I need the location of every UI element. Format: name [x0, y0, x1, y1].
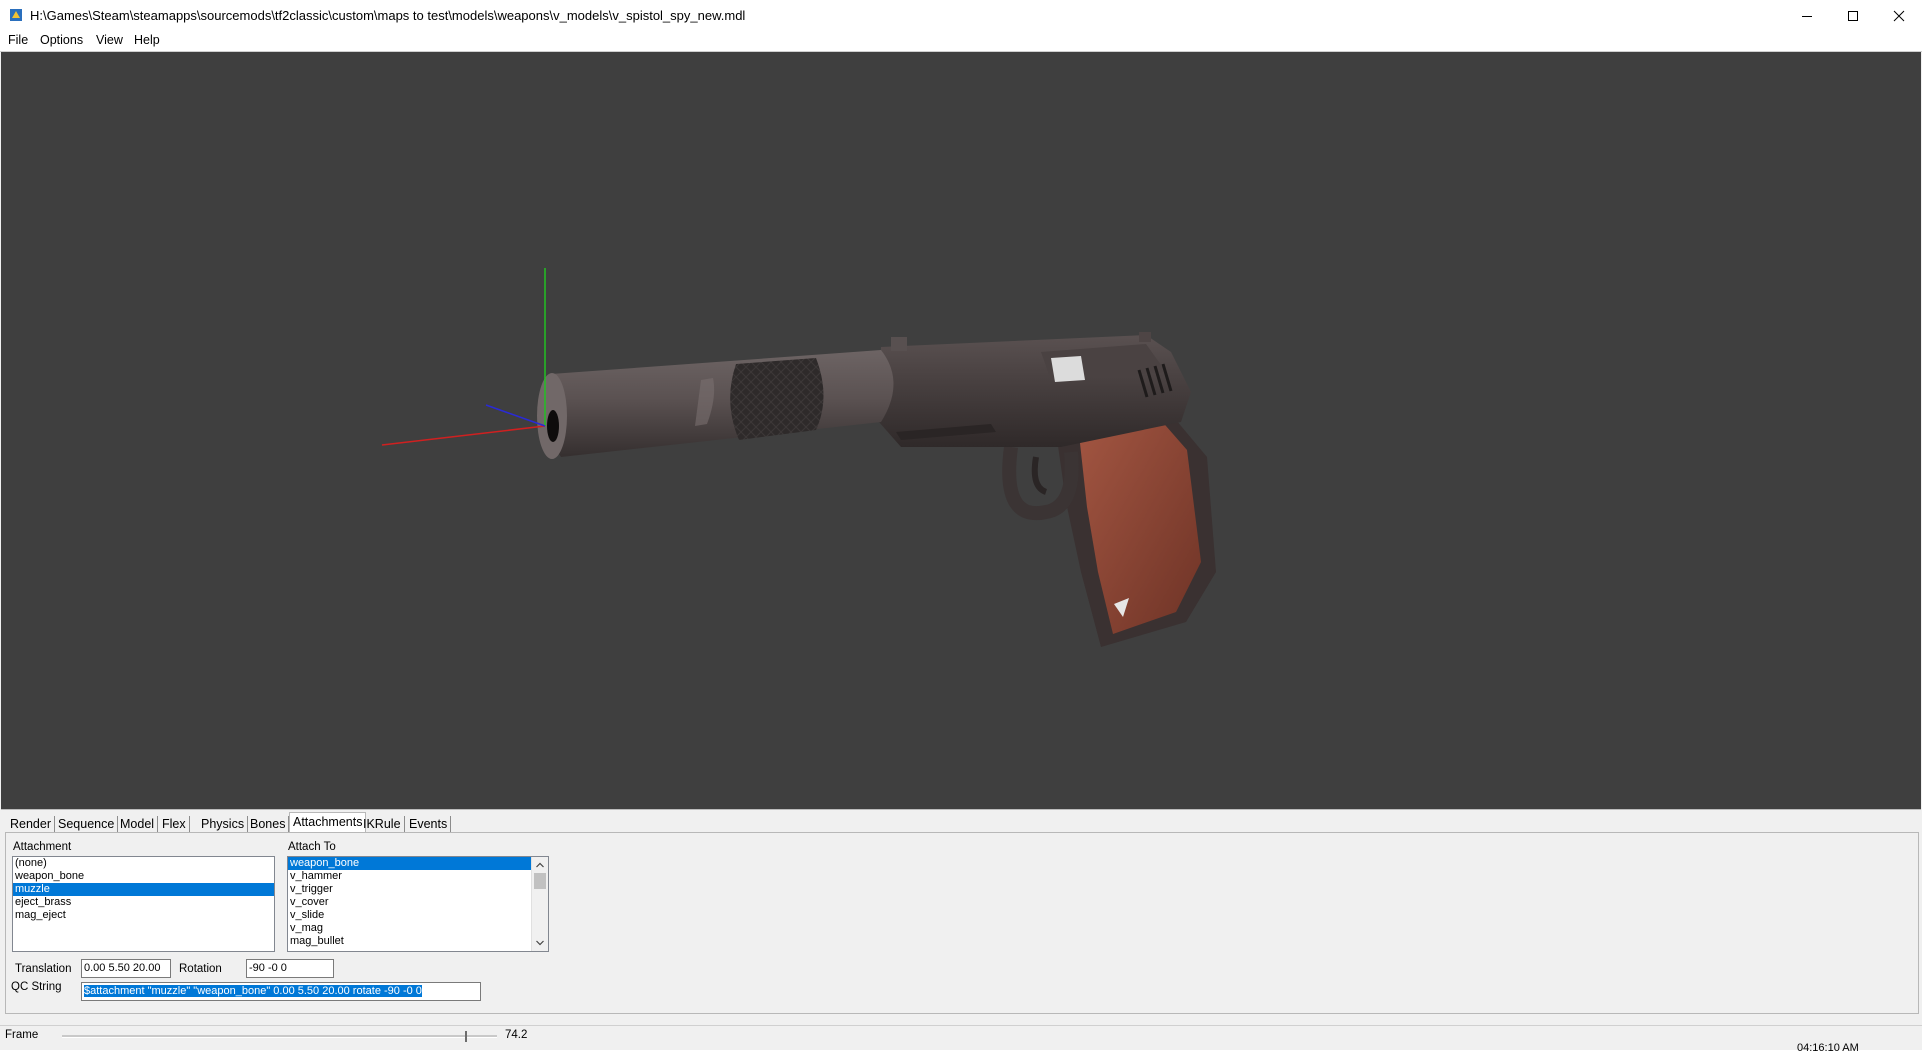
suppressor — [543, 350, 894, 457]
frame-slider-thumb[interactable] — [465, 1031, 467, 1042]
scroll-down-icon[interactable] — [532, 936, 548, 950]
menu-options[interactable]: Options — [37, 33, 86, 47]
menu-help[interactable]: Help — [131, 33, 163, 47]
maximize-icon — [1847, 10, 1859, 22]
tab-attachments[interactable]: Attachments — [289, 812, 367, 833]
attach-to-label: Attach To — [288, 841, 336, 853]
attachment-listbox[interactable]: (none) weapon_bone muzzle eject_brass ma… — [12, 856, 275, 952]
control-panel: Render Sequence Model Flex Physics Bones… — [1, 809, 1921, 1025]
qc-string-label: QC String — [11, 981, 62, 993]
tab-events[interactable]: Events — [406, 816, 452, 832]
scroll-up-icon[interactable] — [532, 858, 548, 872]
attach-to-item[interactable]: v_slide — [288, 909, 548, 922]
title-bar: H:\Games\Steam\steamapps\sourcemods\tf2c… — [0, 0, 1922, 31]
attach-to-scrollbar[interactable] — [531, 857, 548, 951]
translation-input[interactable]: 0.00 5.50 20.00 — [81, 959, 171, 978]
window-title: H:\Games\Steam\steamapps\sourcemods\tf2c… — [30, 8, 746, 23]
frame-slider-track[interactable] — [62, 1035, 497, 1038]
taskbar-clock: 04:16:10 AM — [1797, 1042, 1859, 1054]
translation-label: Translation — [15, 963, 72, 975]
tab-physics[interactable]: Physics — [198, 816, 249, 832]
menu-file[interactable]: File — [5, 33, 31, 47]
attachment-item[interactable]: (none) — [13, 857, 274, 870]
attach-to-item[interactable]: v_mag — [288, 922, 548, 935]
minimize-button[interactable] — [1784, 0, 1830, 31]
attach-to-item[interactable]: v_hammer — [288, 870, 548, 883]
rotation-label: Rotation — [179, 963, 222, 975]
attachment-item-selected[interactable]: muzzle — [13, 883, 274, 896]
qc-string-input[interactable]: $attachment "muzzle" "weapon_bone" 0.00 … — [81, 982, 481, 1001]
axis-x-line — [381, 425, 546, 446]
attachment-label: Attachment — [13, 841, 72, 853]
hlmv-window: H:\Games\Steam\steamapps\sourcemods\tf2c… — [0, 0, 1922, 1054]
menu-view[interactable]: View — [93, 33, 126, 47]
model-viewport[interactable] — [1, 52, 1921, 809]
rotation-input[interactable]: -90 -0 0 — [246, 959, 334, 978]
maximize-button[interactable] — [1830, 0, 1876, 31]
tab-flex[interactable]: Flex — [159, 816, 190, 832]
attach-to-item[interactable]: v_cover — [288, 896, 548, 909]
close-button[interactable] — [1876, 0, 1922, 31]
attachment-item[interactable]: weapon_bone — [13, 870, 274, 883]
suppressor-knurl — [730, 358, 824, 440]
tab-bones[interactable]: Bones — [247, 816, 290, 832]
attachment-item[interactable]: eject_brass — [13, 896, 274, 909]
tab-render[interactable]: Render — [7, 816, 55, 832]
attachments-tab-body: Attachment (none) weapon_bone muzzle eje… — [5, 832, 1919, 1014]
scroll-thumb[interactable] — [534, 873, 546, 889]
axis-z-line — [485, 404, 546, 427]
attachment-item[interactable]: mag_eject — [13, 909, 274, 922]
attach-to-item[interactable]: v_trigger — [288, 883, 548, 896]
frame-bar: Frame 74.2 04:16:10 AM — [0, 1025, 1922, 1054]
attach-to-item-selected[interactable]: weapon_bone — [288, 857, 531, 870]
menu-bar: File Options View Help — [0, 31, 1922, 52]
tab-sequence[interactable]: Sequence — [55, 816, 119, 832]
tab-model[interactable]: Model — [117, 816, 159, 832]
frame-label: Frame — [5, 1029, 39, 1041]
frame-value: 74.2 — [505, 1029, 528, 1041]
minimize-icon — [1801, 10, 1813, 22]
model-render — [381, 268, 1216, 647]
tab-ikrule[interactable]: IKRule — [360, 816, 405, 832]
qc-string-selection: $attachment "muzzle" "weapon_bone" 0.00 … — [84, 985, 422, 997]
attach-to-listbox[interactable]: weapon_bone v_hammer v_trigger v_cover v… — [287, 856, 549, 952]
app-icon — [9, 8, 23, 22]
attach-to-item[interactable]: mag_bullet — [288, 935, 548, 948]
close-icon — [1893, 10, 1905, 22]
